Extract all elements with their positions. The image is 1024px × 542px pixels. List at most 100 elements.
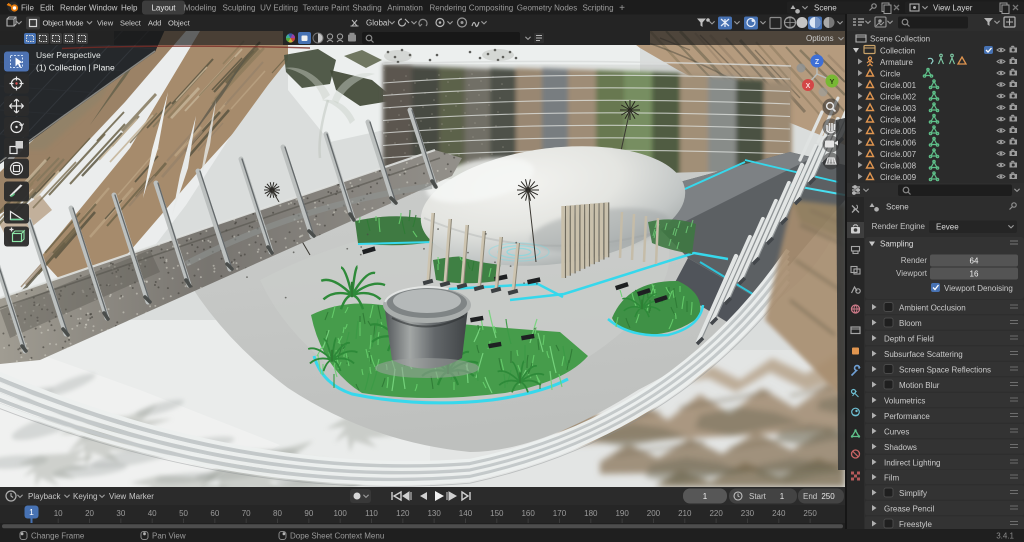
svg-text:Pan View: Pan View	[152, 532, 186, 541]
svg-text:70: 70	[242, 509, 251, 518]
svg-text:Edit: Edit	[40, 3, 55, 12]
svg-text:Shading: Shading	[352, 3, 381, 12]
svg-text:150: 150	[490, 509, 504, 518]
svg-text:Window: Window	[89, 3, 118, 12]
svg-text:UV Editing: UV Editing	[260, 3, 298, 12]
svg-text:130: 130	[427, 509, 441, 518]
svg-text:230: 230	[741, 509, 755, 518]
svg-text:Global: Global	[366, 19, 389, 28]
svg-text:View Layer: View Layer	[933, 3, 973, 12]
svg-text:240: 240	[772, 509, 786, 518]
svg-text:Change Frame: Change Frame	[31, 532, 85, 541]
svg-text:Geometry Nodes: Geometry Nodes	[517, 3, 577, 12]
svg-text:Collection: Collection	[880, 47, 915, 56]
svg-text:Compositing: Compositing	[469, 3, 513, 12]
svg-text:110: 110	[365, 509, 378, 518]
svg-text:Film: Film	[884, 474, 899, 483]
svg-text:250: 250	[803, 509, 817, 518]
svg-text:Screen Space Reflections: Screen Space Reflections	[899, 366, 991, 375]
svg-text:Circle.004: Circle.004	[880, 116, 917, 125]
svg-text:Object: Object	[168, 19, 191, 28]
svg-text:Armature: Armature	[880, 58, 913, 67]
svg-text:Circle.002: Circle.002	[880, 93, 917, 102]
svg-text:Sampling: Sampling	[880, 240, 913, 249]
svg-text:Motion Blur: Motion Blur	[899, 381, 940, 390]
svg-text:10: 10	[54, 509, 63, 518]
svg-text:Shadows: Shadows	[884, 443, 917, 452]
svg-text:Simplify: Simplify	[899, 489, 927, 498]
svg-text:Render Engine: Render Engine	[872, 222, 926, 231]
svg-text:Sculpting: Sculpting	[223, 3, 256, 12]
svg-text:+: +	[619, 3, 625, 14]
svg-text:1: 1	[703, 492, 708, 501]
svg-text:Select: Select	[120, 19, 142, 28]
svg-text:Dope Sheet Context Menu: Dope Sheet Context Menu	[290, 532, 384, 541]
svg-text:210: 210	[678, 509, 692, 518]
svg-text:Animation: Animation	[387, 3, 423, 12]
svg-text:Viewport: Viewport	[896, 269, 928, 278]
svg-text:Grease Pencil: Grease Pencil	[884, 505, 934, 514]
svg-text:Modeling: Modeling	[184, 3, 216, 12]
svg-text:50: 50	[179, 509, 188, 518]
svg-text:160: 160	[521, 509, 535, 518]
svg-text:Circle: Circle	[880, 70, 901, 79]
svg-text:File: File	[21, 3, 34, 12]
svg-text:190: 190	[615, 509, 629, 518]
svg-text:Options: Options	[806, 34, 834, 43]
svg-text:250: 250	[821, 492, 835, 501]
svg-text:Curves: Curves	[884, 428, 909, 437]
svg-text:Texture Paint: Texture Paint	[303, 3, 350, 12]
svg-text:Circle.001: Circle.001	[880, 81, 917, 90]
svg-text:Depth of Field: Depth of Field	[884, 335, 934, 344]
svg-text:Circle.006: Circle.006	[880, 139, 917, 148]
svg-text:Eevee: Eevee	[936, 222, 959, 231]
svg-text:Start: Start	[749, 492, 767, 501]
svg-text:40: 40	[148, 509, 157, 518]
svg-text:Ambient Occlusion: Ambient Occlusion	[899, 304, 966, 313]
svg-text:64: 64	[970, 256, 979, 265]
svg-text:Performance: Performance	[884, 412, 930, 421]
svg-text:Volumetrics: Volumetrics	[884, 397, 925, 406]
svg-text:Z: Z	[815, 59, 820, 66]
svg-text:User Perspective: User Perspective	[36, 50, 101, 60]
svg-text:Help: Help	[121, 3, 138, 12]
svg-text:140: 140	[459, 509, 473, 518]
svg-text:Playback: Playback	[28, 492, 61, 501]
svg-text:Rendering: Rendering	[430, 3, 467, 12]
svg-text:Keying: Keying	[73, 492, 97, 501]
svg-text:90: 90	[304, 509, 313, 518]
svg-text:Render: Render	[901, 256, 928, 265]
svg-text:1: 1	[780, 492, 785, 501]
svg-text:120: 120	[396, 509, 410, 518]
svg-text:Marker: Marker	[129, 492, 154, 501]
svg-text:View: View	[97, 19, 114, 28]
svg-text:200: 200	[647, 509, 661, 518]
svg-text:1: 1	[29, 507, 34, 517]
svg-text:Scene Collection: Scene Collection	[870, 35, 930, 44]
svg-text:20: 20	[85, 509, 94, 518]
svg-text:100: 100	[333, 509, 347, 518]
svg-text:Freestyle: Freestyle	[899, 520, 932, 529]
svg-text:80: 80	[273, 509, 282, 518]
svg-text:Circle.007: Circle.007	[880, 150, 917, 159]
svg-text:30: 30	[116, 509, 125, 518]
svg-text:Circle.009: Circle.009	[880, 173, 917, 182]
svg-text:Circle.003: Circle.003	[880, 104, 917, 113]
svg-text:Viewport Denoising: Viewport Denoising	[944, 284, 1013, 293]
svg-text:170: 170	[553, 509, 567, 518]
svg-text:Scene: Scene	[886, 203, 909, 212]
svg-text:X: X	[806, 83, 811, 90]
svg-text:Indirect Lighting: Indirect Lighting	[884, 459, 940, 468]
svg-text:3.4.1: 3.4.1	[996, 532, 1014, 541]
svg-text:180: 180	[584, 509, 598, 518]
svg-text:Circle.008: Circle.008	[880, 162, 917, 171]
svg-text:End: End	[803, 492, 817, 501]
svg-text:Add: Add	[148, 19, 161, 28]
svg-text:16: 16	[970, 269, 979, 278]
svg-text:Bloom: Bloom	[899, 319, 922, 328]
svg-text:Y: Y	[830, 79, 835, 86]
svg-text:Render: Render	[60, 3, 87, 12]
svg-text:220: 220	[709, 509, 723, 518]
svg-text:(1) Collection | Plane: (1) Collection | Plane	[36, 63, 115, 73]
svg-text:Scene: Scene	[814, 3, 837, 12]
